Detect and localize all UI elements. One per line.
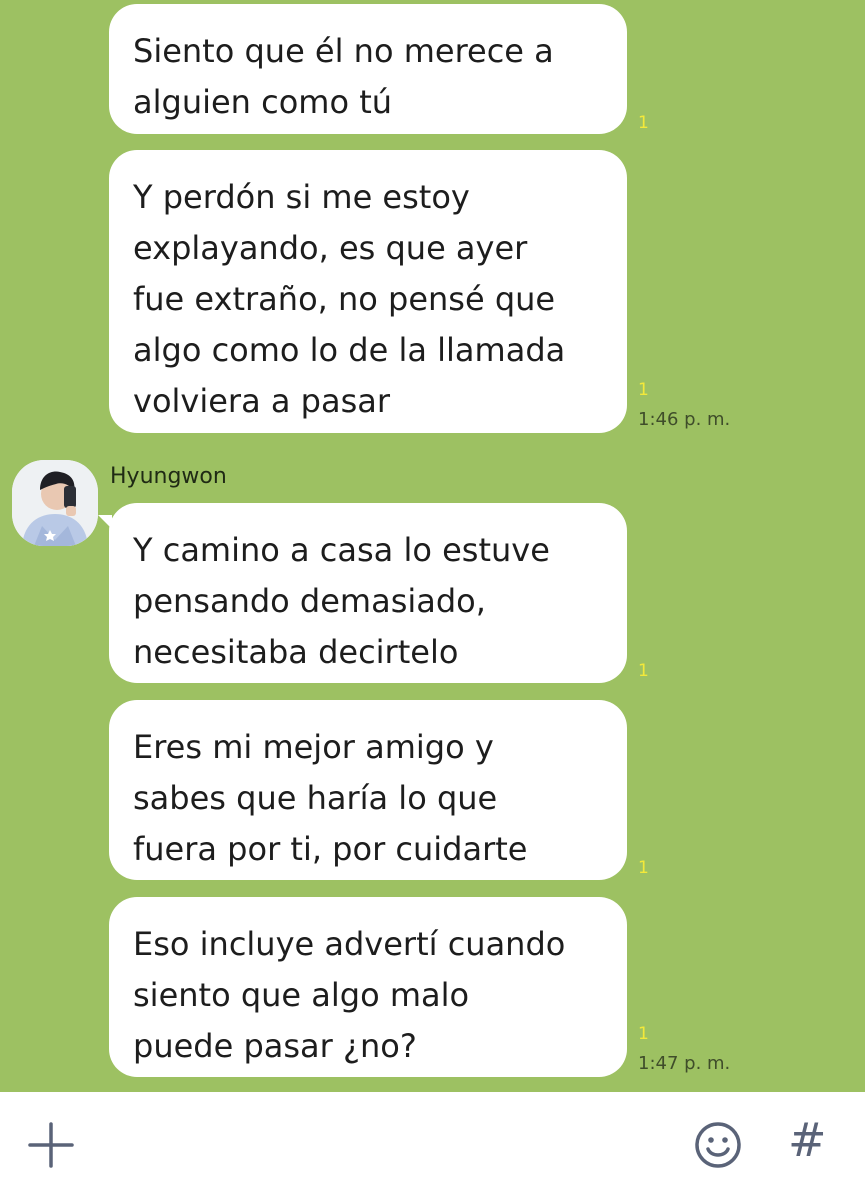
message-bubble-1[interactable]: Siento que él no merece a alguien como t… bbox=[109, 4, 627, 134]
message-bubble-2[interactable]: Y perdón si me estoy explayando, es que … bbox=[109, 150, 627, 433]
read-indicator-5: 1 bbox=[638, 1024, 649, 1044]
read-indicator-3: 1 bbox=[638, 661, 649, 681]
hashtag-button[interactable]: # bbox=[788, 1113, 827, 1167]
smiley-icon[interactable] bbox=[693, 1120, 743, 1170]
message-bubble-3[interactable]: Y camino a casa lo estuve pensando demas… bbox=[98, 503, 627, 683]
read-indicator-2: 1 bbox=[638, 380, 649, 400]
timestamp-5: 1:47 p. m. bbox=[638, 1053, 731, 1074]
message-bubble-4[interactable]: Eres mi mejor amigo y sabes que haría lo… bbox=[109, 700, 627, 880]
plus-icon[interactable] bbox=[26, 1120, 76, 1170]
message-bubble-5[interactable]: Eso incluye advertí cuando siento que al… bbox=[109, 897, 627, 1077]
avatar[interactable] bbox=[12, 460, 98, 546]
read-indicator-1: 1 bbox=[638, 113, 649, 133]
timestamp-2: 1:46 p. m. bbox=[638, 409, 731, 430]
avatar-photo-icon bbox=[12, 460, 98, 546]
contact-name: Hyungwon bbox=[110, 464, 227, 489]
chat-area: Siento que él no merece a alguien como t… bbox=[0, 0, 865, 1092]
read-indicator-4: 1 bbox=[638, 858, 649, 878]
